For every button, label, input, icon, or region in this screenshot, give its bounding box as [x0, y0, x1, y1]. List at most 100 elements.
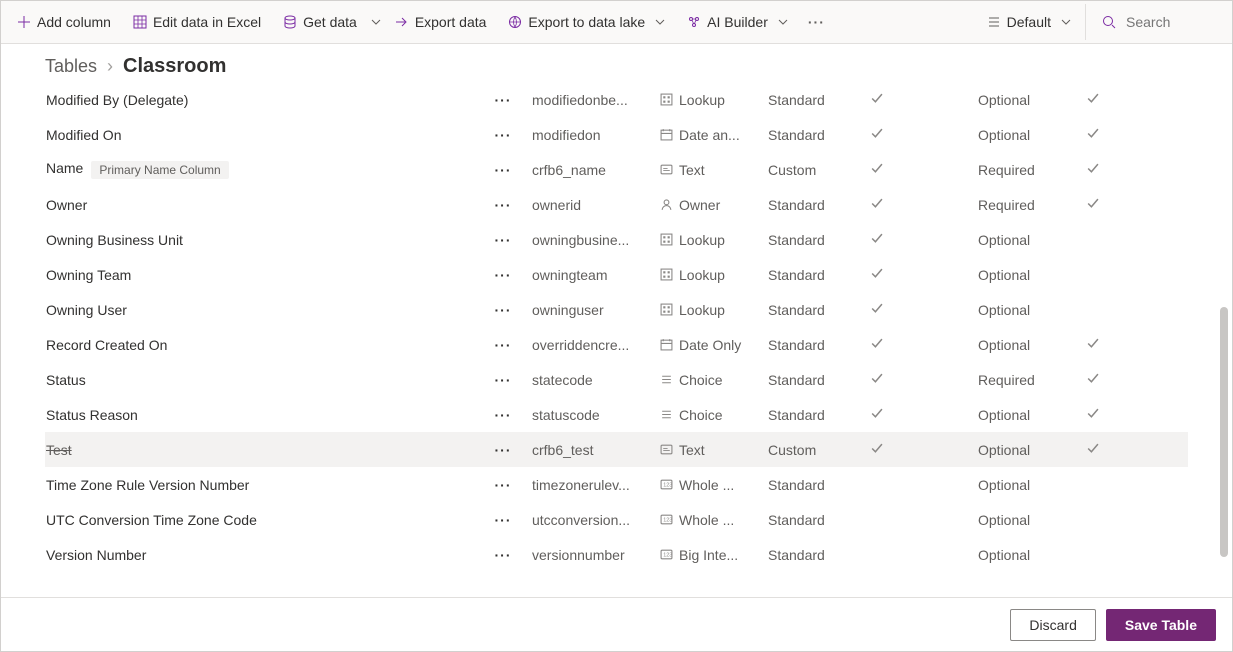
scrollbar-track[interactable]: [1218, 47, 1230, 595]
choice-type-icon: [660, 408, 673, 421]
required-level: Optional: [977, 537, 1085, 572]
managed-check: [869, 187, 977, 222]
column-display-name: Test: [45, 432, 475, 467]
check-icon: [1086, 92, 1099, 105]
check-icon: [870, 407, 883, 420]
table-row[interactable]: Version Number···versionnumberBig Inte..…: [45, 537, 1188, 572]
check-icon: [1086, 127, 1099, 140]
category: Standard: [767, 187, 869, 222]
export-data-button[interactable]: Export data: [385, 4, 497, 40]
data-type: Owner: [659, 187, 767, 222]
check-icon: [1086, 442, 1099, 455]
ai-icon: [687, 15, 701, 29]
managed-check: [869, 327, 977, 362]
overflow-button[interactable]: ···: [800, 4, 833, 40]
table-row[interactable]: Status Reason···statuscodeChoiceStandard…: [45, 397, 1188, 432]
row-more-button[interactable]: ···: [475, 117, 531, 152]
text-type-icon: [660, 163, 673, 176]
category: Standard: [767, 467, 869, 502]
get-data-button[interactable]: Get data: [273, 4, 367, 40]
search-input[interactable]: [1124, 13, 1214, 31]
table-row[interactable]: Record Created On···overriddencre...Date…: [45, 327, 1188, 362]
table-row[interactable]: Owning Business Unit···owningbusine...Lo…: [45, 222, 1188, 257]
searchable-check: [1085, 82, 1188, 117]
managed-check: [869, 152, 977, 187]
table-row[interactable]: Status···statecodeChoiceStandardRequired: [45, 362, 1188, 397]
check-icon: [1086, 197, 1099, 210]
scrollbar-thumb[interactable]: [1220, 307, 1228, 557]
view-selector[interactable]: Default: [977, 4, 1081, 40]
breadcrumb: Tables › Classroom: [1, 44, 1232, 82]
table-row[interactable]: Time Zone Rule Version Number···timezone…: [45, 467, 1188, 502]
row-more-button[interactable]: ···: [475, 502, 531, 537]
get-data-chevron[interactable]: [369, 4, 383, 40]
category: Standard: [767, 327, 869, 362]
searchable-check: [1085, 292, 1188, 327]
row-more-button[interactable]: ···: [475, 327, 531, 362]
row-more-button[interactable]: ···: [475, 397, 531, 432]
column-display-name: Time Zone Rule Version Number: [45, 467, 475, 502]
category: Custom: [767, 432, 869, 467]
searchable-check: [1085, 432, 1188, 467]
required-level: Optional: [977, 327, 1085, 362]
searchable-check: [1085, 257, 1188, 292]
table-row[interactable]: Owning User···owninguserLookupStandardOp…: [45, 292, 1188, 327]
save-table-button[interactable]: Save Table: [1106, 609, 1216, 641]
chevron-down-icon: [371, 17, 381, 27]
table-row[interactable]: Test···crfb6_testTextCustomOptional: [45, 432, 1188, 467]
row-more-button[interactable]: ···: [475, 222, 531, 257]
export-lake-button[interactable]: Export to data lake: [498, 4, 675, 40]
table-row[interactable]: Owner···owneridOwnerStandardRequired: [45, 187, 1188, 222]
schema-name: owningteam: [531, 257, 659, 292]
check-icon: [1086, 407, 1099, 420]
table-row[interactable]: Modified On···modifiedonDate an...Standa…: [45, 117, 1188, 152]
schema-name: statecode: [531, 362, 659, 397]
discard-button[interactable]: Discard: [1010, 609, 1095, 641]
required-level: Optional: [977, 82, 1085, 117]
required-level: Optional: [977, 292, 1085, 327]
data-type: Date an...: [659, 117, 767, 152]
row-more-button[interactable]: ···: [475, 152, 531, 187]
lookup-type-icon: [660, 93, 673, 106]
ai-builder-button[interactable]: AI Builder: [677, 4, 798, 40]
required-level: Required: [977, 362, 1085, 397]
row-more-button[interactable]: ···: [475, 82, 531, 117]
column-display-name: UTC Conversion Time Zone Code: [45, 502, 475, 537]
category: Standard: [767, 537, 869, 572]
searchable-check: [1085, 327, 1188, 362]
export-icon: [395, 15, 409, 29]
check-icon: [870, 337, 883, 350]
row-more-button[interactable]: ···: [475, 467, 531, 502]
required-level: Required: [977, 187, 1085, 222]
add-column-label: Add column: [37, 14, 111, 30]
row-more-button[interactable]: ···: [475, 187, 531, 222]
required-level: Optional: [977, 397, 1085, 432]
check-icon: [870, 127, 883, 140]
view-name: Default: [1007, 14, 1051, 30]
search-box[interactable]: [1090, 4, 1226, 40]
category: Standard: [767, 117, 869, 152]
edit-excel-button[interactable]: Edit data in Excel: [123, 4, 271, 40]
managed-check: [869, 537, 977, 572]
schema-name: crfb6_test: [531, 432, 659, 467]
table-row[interactable]: Owning Team···owningteamLookupStandardOp…: [45, 257, 1188, 292]
lookup-type-icon: [660, 268, 673, 281]
table-row[interactable]: NamePrimary Name Column···crfb6_nameText…: [45, 152, 1188, 187]
category: Standard: [767, 257, 869, 292]
check-icon: [870, 267, 883, 280]
schema-name: modifiedon: [531, 117, 659, 152]
row-more-button[interactable]: ···: [475, 292, 531, 327]
table-row[interactable]: Modified By (Delegate)···modifiedonbe...…: [45, 82, 1188, 117]
breadcrumb-root[interactable]: Tables: [45, 56, 97, 77]
column-display-name: Version Number: [45, 537, 475, 572]
managed-check: [869, 397, 977, 432]
row-more-button[interactable]: ···: [475, 537, 531, 572]
table-row[interactable]: UTC Conversion Time Zone Code···utcconve…: [45, 502, 1188, 537]
row-more-button[interactable]: ···: [475, 362, 531, 397]
row-more-button[interactable]: ···: [475, 257, 531, 292]
check-icon: [870, 162, 883, 175]
row-more-button[interactable]: ···: [475, 432, 531, 467]
add-column-button[interactable]: Add column: [7, 4, 121, 40]
managed-check: [869, 82, 977, 117]
lookup-type-icon: [660, 233, 673, 246]
